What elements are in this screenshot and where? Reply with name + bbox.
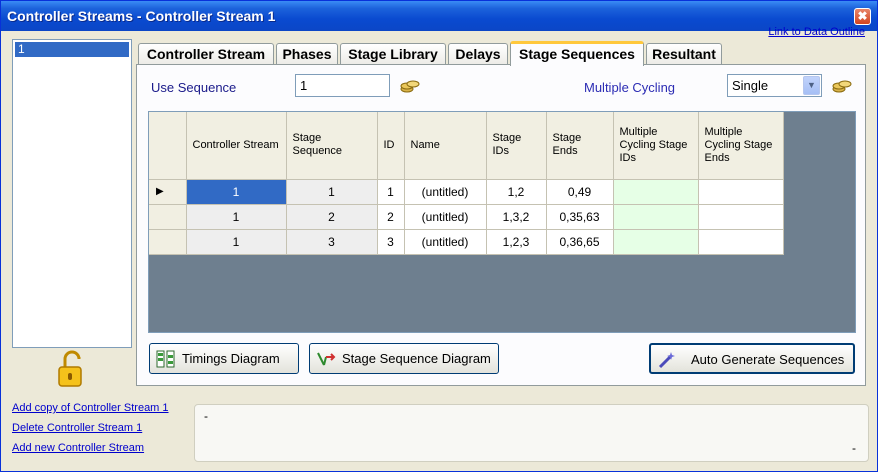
stage-sequence-diagram-icon <box>317 352 336 366</box>
bottom-links: Add copy of Controller Stream 1 Delete C… <box>12 400 169 460</box>
header-mc-stage-ids[interactable]: Multiple Cycling Stage IDs <box>613 112 699 180</box>
header-name[interactable]: Name <box>404 112 487 180</box>
window-title: Controller Streams - Controller Stream 1 <box>7 8 276 24</box>
auto-generate-sequences-label: Auto Generate Sequences <box>691 352 845 367</box>
table-row[interactable]: 1 3 3 (untitled) 1,2,3 0,36,65 <box>149 229 784 255</box>
chevron-down-icon[interactable]: ▼ <box>803 76 820 95</box>
cell-mc-stage-ends[interactable] <box>698 204 784 230</box>
message-top: - <box>204 409 208 423</box>
controller-stream-list[interactable]: 1 <box>12 39 132 348</box>
header-stage-sequence[interactable]: Stage Sequence <box>286 112 378 180</box>
cell-controller-stream[interactable]: 1 <box>186 229 287 255</box>
timings-diagram-icon <box>156 350 175 368</box>
cell-stage-ends[interactable]: 0,36,65 <box>546 229 614 255</box>
multiple-cycling-select[interactable]: Single ▼ <box>727 74 822 97</box>
delete-controller-stream-link[interactable]: Delete Controller Stream 1 <box>12 420 169 440</box>
multiple-cycling-value: Single <box>732 78 769 93</box>
cell-name[interactable]: (untitled) <box>404 179 487 205</box>
stage-sequences-grid[interactable]: Controller Stream Stage Sequence ID Name… <box>148 111 856 333</box>
stacked-coins-icon[interactable] <box>831 77 853 95</box>
table-row[interactable]: 1 2 2 (untitled) 1,3,2 0,35,63 <box>149 204 784 230</box>
header-id[interactable]: ID <box>377 112 405 180</box>
header-mc-stage-ends[interactable]: Multiple Cycling Stage Ends <box>698 112 784 180</box>
close-button[interactable]: ✖ <box>854 8 871 25</box>
cell-id[interactable]: 2 <box>377 204 405 230</box>
multiple-cycling-label: Multiple Cycling <box>584 80 676 95</box>
row-header-corner <box>149 112 187 180</box>
use-sequence-input[interactable]: 1 <box>295 74 390 97</box>
cell-stage-ids[interactable]: 1,2 <box>486 179 547 205</box>
header-stage-ids[interactable]: Stage IDs <box>486 112 547 180</box>
row-header[interactable] <box>149 229 187 255</box>
tab-stage-library[interactable]: Stage Library <box>340 43 446 65</box>
link-to-data-outline[interactable]: Link to Data Outline <box>768 26 865 38</box>
cell-stage-ends[interactable]: 0,35,63 <box>546 204 614 230</box>
cell-mc-stage-ids[interactable] <box>613 229 699 255</box>
cell-stage-ids[interactable]: 1,3,2 <box>486 204 547 230</box>
header-stage-ends[interactable]: Stage Ends <box>546 112 614 180</box>
unlocked-padlock-icon[interactable] <box>56 349 88 389</box>
stream-list-item[interactable]: 1 <box>15 42 129 57</box>
magic-wand-icon <box>658 352 675 369</box>
add-new-controller-stream-link[interactable]: Add new Controller Stream <box>12 440 169 460</box>
cell-controller-stream[interactable]: 1 <box>186 204 287 230</box>
cell-id[interactable]: 3 <box>377 229 405 255</box>
auto-generate-sequences-button[interactable]: Auto Generate Sequences <box>649 343 855 374</box>
stage-sequence-diagram-button[interactable]: Stage Sequence Diagram <box>309 343 499 374</box>
tab-controller-stream[interactable]: Controller Stream <box>138 43 274 65</box>
row-header[interactable] <box>149 204 187 230</box>
header-controller-stream[interactable]: Controller Stream <box>186 112 287 180</box>
cell-stage-ids[interactable]: 1,2,3 <box>486 229 547 255</box>
stage-sequence-diagram-label: Stage Sequence Diagram <box>342 351 491 366</box>
tab-stage-sequences[interactable]: Stage Sequences <box>510 41 644 66</box>
cell-stage-sequence[interactable]: 1 <box>286 179 378 205</box>
tab-phases[interactable]: Phases <box>276 43 338 65</box>
cell-id[interactable]: 1 <box>377 179 405 205</box>
tab-delays[interactable]: Delays <box>448 43 508 65</box>
cell-stage-sequence[interactable]: 2 <box>286 204 378 230</box>
tab-resultant[interactable]: Resultant <box>646 43 722 65</box>
cell-stage-sequence[interactable]: 3 <box>286 229 378 255</box>
cell-mc-stage-ids[interactable] <box>613 204 699 230</box>
table-row[interactable]: ▶ 1 1 1 (untitled) 1,2 0,49 <box>149 179 784 205</box>
stacked-coins-icon[interactable] <box>399 77 421 95</box>
message-bottom: - <box>852 441 856 455</box>
current-row-indicator[interactable]: ▶ <box>149 179 187 205</box>
cell-controller-stream[interactable]: 1 <box>186 179 287 205</box>
cell-name[interactable]: (untitled) <box>404 204 487 230</box>
cell-mc-stage-ends[interactable] <box>698 229 784 255</box>
cell-name[interactable]: (untitled) <box>404 229 487 255</box>
add-copy-controller-stream-link[interactable]: Add copy of Controller Stream 1 <box>12 400 169 420</box>
cell-stage-ends[interactable]: 0,49 <box>546 179 614 205</box>
cell-mc-stage-ids[interactable] <box>613 179 699 205</box>
timings-diagram-label: Timings Diagram <box>182 351 280 366</box>
message-box: - - <box>194 404 869 462</box>
use-sequence-label: Use Sequence <box>151 80 237 95</box>
controller-streams-window: Controller Streams - Controller Stream 1… <box>0 0 878 472</box>
timings-diagram-button[interactable]: Timings Diagram <box>149 343 299 374</box>
cell-mc-stage-ends[interactable] <box>698 179 784 205</box>
title-bar[interactable]: Controller Streams - Controller Stream 1… <box>1 1 877 31</box>
